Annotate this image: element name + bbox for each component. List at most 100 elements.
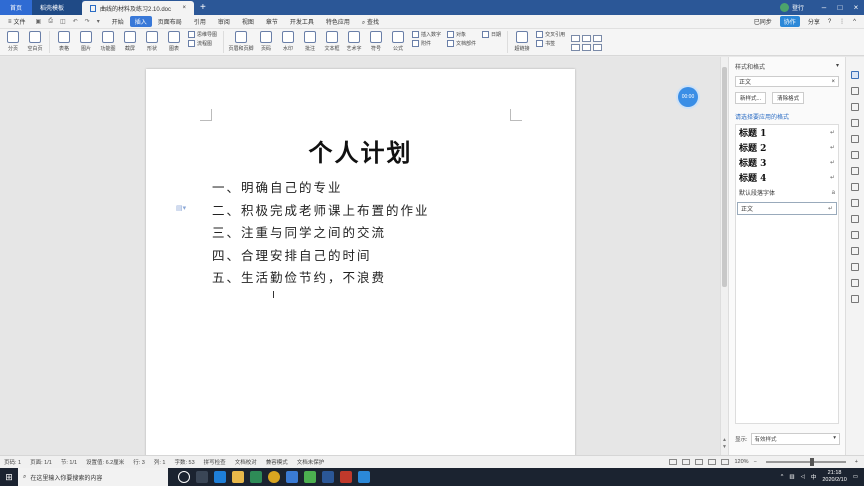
task-view-icon[interactable] <box>196 471 208 483</box>
date-button[interactable]: 日期 <box>482 31 501 38</box>
share-button[interactable]: 分享 <box>808 17 820 26</box>
export-icon[interactable] <box>851 231 859 239</box>
tab-home[interactable]: 首页 <box>0 0 32 15</box>
tab-document[interactable]: 曲线的材料及练习2.10.doc × <box>82 1 194 15</box>
zoom-out-icon[interactable]: − <box>754 459 757 465</box>
settings-icon[interactable] <box>851 279 859 287</box>
print-icon[interactable]: ⎙ <box>48 18 53 25</box>
style-default-font[interactable]: 默认段落字体 a <box>736 185 838 200</box>
close-window-icon[interactable]: × <box>848 3 864 12</box>
app-icon[interactable] <box>286 471 298 483</box>
close-icon[interactable]: × <box>831 79 835 85</box>
menu-features[interactable]: 特色应用 <box>320 17 356 26</box>
store-icon[interactable] <box>250 471 262 483</box>
menu-search[interactable]: ⌕ 查找 <box>356 17 385 27</box>
document-page[interactable]: 个人计划 一、明确自己的专业 二、积极完成老师课上布置的作业 三、注重与同学之间… <box>146 69 575 455</box>
chart-tool-icon[interactable] <box>851 199 859 207</box>
feature-chart-button[interactable]: 功能图 <box>97 31 119 52</box>
comment-button[interactable]: 批注 <box>299 31 321 52</box>
zoom-slider-knob[interactable] <box>809 458 814 466</box>
picture-button[interactable]: 图片 <box>75 31 97 52</box>
current-style-select[interactable]: 正文 × <box>735 76 839 87</box>
zoom-slider[interactable] <box>765 458 846 466</box>
table-button[interactable]: 表格 <box>53 31 75 52</box>
style-heading-3[interactable]: 标题 3 ↵ <box>736 155 838 170</box>
insert-number-button[interactable]: 插入数字 <box>412 31 441 38</box>
redo-icon[interactable]: ↷ <box>85 18 90 25</box>
status-compat-mode[interactable]: 兼容模式 <box>266 458 288 466</box>
style-heading-2[interactable]: 标题 2 ↵ <box>736 140 838 155</box>
edge-icon[interactable] <box>214 471 226 483</box>
select-icon[interactable] <box>851 87 859 95</box>
chevron-down-icon[interactable]: ▾ <box>97 18 100 25</box>
style-heading-1[interactable]: 标题 1 ↵ <box>736 125 838 140</box>
status-spell-check[interactable]: 拼写检查 <box>204 458 226 466</box>
network-icon[interactable]: ▥ <box>789 474 794 480</box>
close-tab-icon[interactable]: × <box>182 5 186 11</box>
vertical-scrollbar[interactable]: ▲ ▼ <box>720 57 728 455</box>
input-method-icon[interactable]: 中 <box>811 473 817 481</box>
view-mode-icon[interactable] <box>582 35 591 42</box>
bookmark-button[interactable]: 书签 <box>536 40 565 47</box>
status-page-number[interactable]: 页码: 1 <box>4 458 21 466</box>
maximize-icon[interactable]: □ <box>832 3 848 12</box>
view-mode-icon[interactable] <box>571 35 580 42</box>
watermark-button[interactable]: 水印 <box>277 31 299 52</box>
file-explorer-icon[interactable] <box>232 471 244 483</box>
shape-tool-icon[interactable] <box>851 183 859 191</box>
cortana-icon[interactable] <box>178 471 190 483</box>
document-line[interactable]: 二、积极完成老师课上布置的作业 <box>212 200 430 219</box>
zoom-level[interactable]: 120% <box>734 459 748 465</box>
timer-badge[interactable]: 00:00 <box>678 87 698 107</box>
view-mode-icon[interactable] <box>593 35 602 42</box>
taskbar-clock[interactable]: 21:18 2020/2/10 <box>822 470 846 484</box>
zoom-in-icon[interactable]: + <box>855 459 858 465</box>
status-protection[interactable]: 文档未保护 <box>297 458 325 466</box>
styles-pane-icon[interactable] <box>851 71 859 79</box>
shape-button[interactable]: 形状 <box>141 31 163 52</box>
view-web-icon[interactable] <box>721 459 730 465</box>
screenshot-button[interactable]: 截屏 <box>119 31 141 52</box>
table-tool-icon[interactable] <box>851 167 859 175</box>
backup-icon[interactable] <box>851 135 859 143</box>
active-app-icon[interactable] <box>358 471 370 483</box>
help-icon[interactable] <box>851 295 859 303</box>
menu-insert[interactable]: 插入 <box>129 16 152 27</box>
menu-start[interactable]: 开始 <box>106 17 130 26</box>
view-mode-icon[interactable] <box>571 44 580 51</box>
notification-icon[interactable]: ▭ <box>853 474 858 480</box>
textbox-button[interactable]: 文本框 <box>321 31 343 52</box>
save-icon[interactable]: ▣ <box>36 18 42 25</box>
cross-reference-button[interactable]: 交叉引用 <box>536 31 565 38</box>
volume-icon[interactable]: ◁ <box>801 474 805 480</box>
status-section[interactable]: 节: 1/1 <box>61 458 77 466</box>
view-mode-icon[interactable] <box>593 44 602 51</box>
file-menu[interactable]: ≡ 文件 <box>4 17 30 27</box>
limit-icon[interactable] <box>851 151 859 159</box>
mindmap-button[interactable]: 思维导图 <box>188 31 217 38</box>
header-footer-button[interactable]: 页眉和页脚 <box>227 31 255 52</box>
taskbar-search-box[interactable]: ⌕ 在这里输入你要搜索的内容 <box>18 468 168 486</box>
wordart-button[interactable]: 艺术字 <box>343 31 365 52</box>
document-line[interactable]: 一、明确自己的专业 <box>212 177 343 196</box>
help-icon[interactable]: ? <box>828 19 831 25</box>
doc-parts-button[interactable]: 文档部件 <box>447 40 476 47</box>
windows-start-icon[interactable]: ⊞ <box>0 468 18 486</box>
wps-app-icon[interactable] <box>322 471 334 483</box>
undo-icon[interactable]: ↶ <box>73 18 78 25</box>
hyperlink-button[interactable]: 超链接 <box>511 31 533 52</box>
more-icon[interactable]: ⋮ <box>839 18 845 25</box>
attachment-button[interactable]: 附件 <box>412 40 441 47</box>
status-proofread[interactable]: 文档校对 <box>235 458 257 466</box>
share-icon[interactable] <box>851 215 859 223</box>
new-tab-button[interactable]: + <box>194 0 212 15</box>
view-mode-icon[interactable] <box>582 44 591 51</box>
status-page[interactable]: 页面: 1/1 <box>30 458 52 466</box>
status-setting[interactable]: 设置值: 6.2厘米 <box>86 458 124 466</box>
collapse-ribbon-icon[interactable]: ^ <box>853 19 856 25</box>
view-page-icon[interactable] <box>695 459 704 465</box>
tab-templates[interactable]: 稻壳模板 <box>32 0 82 15</box>
document-line[interactable]: 四、合理安排自己的时间 <box>212 245 372 264</box>
status-word-count[interactable]: 字数: 53 <box>174 458 194 466</box>
status-row[interactable]: 行: 3 <box>133 458 145 466</box>
